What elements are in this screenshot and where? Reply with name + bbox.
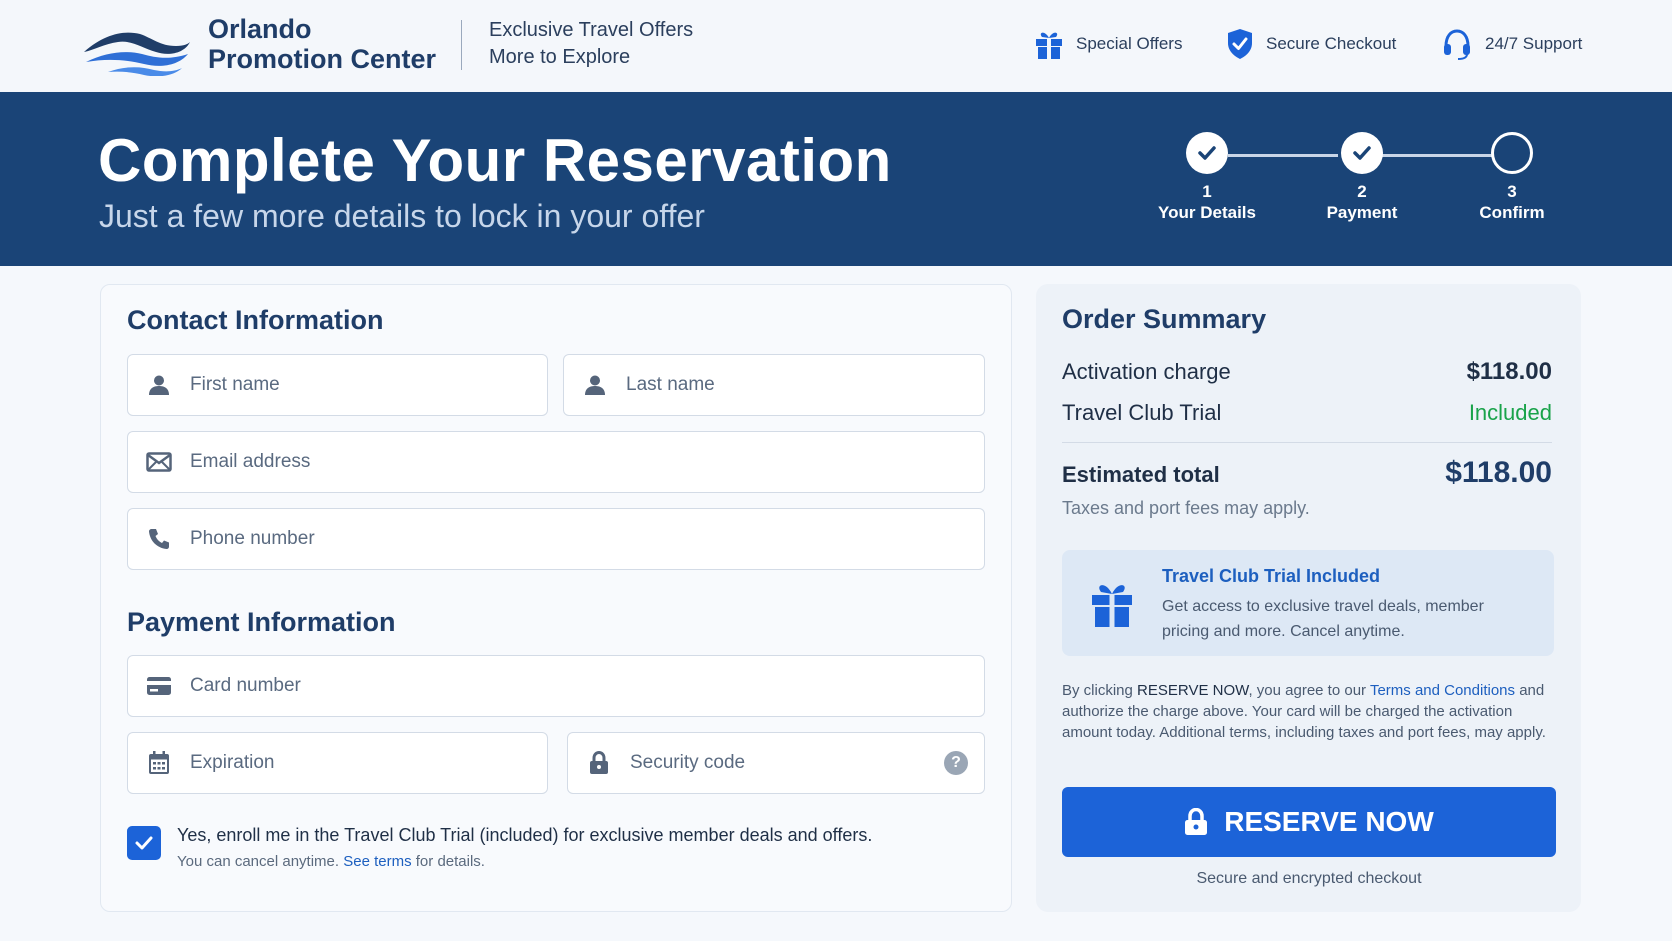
card-number-field[interactable] — [127, 655, 985, 717]
consent-sub-prefix: You can cancel anytime. — [177, 853, 340, 870]
travel-club-checkbox[interactable] — [127, 826, 161, 860]
page-subtitle: Just a few more details to lock in your … — [99, 198, 705, 234]
phone-field[interactable] — [127, 508, 985, 570]
security-code-field[interactable]: ? — [567, 732, 985, 794]
gift-icon — [1092, 585, 1132, 627]
card-number-input[interactable] — [190, 656, 984, 716]
expiration-input[interactable] — [190, 733, 547, 793]
last-name-input[interactable] — [626, 355, 984, 415]
security-code-input[interactable] — [630, 733, 944, 793]
phone-input[interactable] — [190, 509, 984, 569]
legal-disclaimer: By clicking RESERVE NOW, you agree to ou… — [1062, 680, 1554, 743]
reserve-now-button[interactable]: RESERVE NOW — [1062, 787, 1556, 857]
expiration-field[interactable] — [127, 732, 548, 794]
tax-note: Taxes and port fees may apply. — [1062, 498, 1310, 518]
legal-button-reference: RESERVE NOW — [1137, 682, 1249, 699]
estimated-total-row: Estimated total $118.00 — [1062, 456, 1552, 490]
nav-label: Secure Checkout — [1266, 34, 1397, 53]
summary-divider — [1062, 442, 1552, 443]
credit-card-icon — [128, 676, 190, 696]
consent-sub-suffix: for details. — [415, 853, 485, 870]
person-icon — [564, 374, 626, 396]
travel-club-trial-row: Travel Club Trial Included — [1062, 400, 1552, 426]
brand-divider — [461, 20, 462, 70]
travel-club-consent-text: Yes, enroll me in the Travel Club Trial … — [177, 825, 873, 845]
nav-label: Special Offers — [1076, 34, 1183, 53]
step-label: Payment — [1326, 203, 1398, 222]
tagline: Exclusive Travel Offers More to Explore — [489, 17, 693, 71]
lock-icon — [1185, 808, 1208, 835]
brand-name-line1: Orlando — [208, 14, 312, 44]
check-icon — [1198, 146, 1216, 160]
nav-support[interactable]: 24/7 Support — [1441, 28, 1582, 60]
email-field[interactable] — [127, 431, 985, 493]
step-label: Your Details — [1158, 203, 1256, 222]
step-complete-circle — [1341, 132, 1383, 174]
activation-charge-row: Activation charge $118.00 — [1062, 358, 1552, 386]
calendar-icon — [128, 751, 190, 775]
page-title: Complete Your Reservation — [98, 127, 892, 194]
order-summary-panel: Order Summary Activation charge $118.00 … — [1036, 284, 1581, 912]
brand-name-line2: Promotion Center — [208, 44, 437, 74]
top-header: Orlando Promotion Center Exclusive Trave… — [0, 0, 1672, 92]
terms-and-conditions-link[interactable]: Terms and Conditions — [1370, 682, 1515, 699]
tagline-line2: More to Explore — [489, 46, 631, 68]
brand-name[interactable]: Orlando Promotion Center — [208, 14, 436, 74]
step-number: 2 — [1357, 182, 1367, 201]
first-name-field[interactable] — [127, 354, 548, 416]
step-complete-circle — [1186, 132, 1228, 174]
last-name-field[interactable] — [563, 354, 985, 416]
help-icon[interactable]: ? — [944, 751, 968, 775]
step-your-details: 1 Your Details — [1147, 132, 1267, 224]
person-icon — [128, 374, 190, 396]
activation-charge-label: Activation charge — [1062, 359, 1231, 384]
step-number: 1 — [1202, 182, 1212, 201]
email-input[interactable] — [190, 432, 984, 492]
promo-description: Get access to exclusive travel deals, me… — [1162, 598, 1484, 640]
step-number: 3 — [1507, 182, 1517, 201]
nav-special-offers[interactable]: Special Offers — [1034, 28, 1182, 60]
travel-club-consent-subtext: You can cancel anytime. See terms for de… — [177, 853, 485, 870]
checkout-form-panel: Contact Information Payment Information — [100, 284, 1012, 912]
payment-section-title: Payment Information — [127, 607, 396, 637]
gift-icon — [1036, 32, 1062, 59]
reservation-banner: Complete Your Reservation Just a few mor… — [0, 92, 1672, 266]
legal-mid: , you agree to our — [1248, 682, 1367, 699]
travel-club-trial-label: Travel Club Trial — [1062, 400, 1222, 425]
check-icon — [135, 836, 153, 850]
step-pending-circle — [1491, 132, 1533, 174]
travel-club-trial-value: Included — [1468, 400, 1552, 425]
reserve-now-label: RESERVE NOW — [1224, 806, 1434, 837]
check-icon — [1353, 146, 1371, 160]
phone-icon — [128, 528, 190, 550]
promo-title: Travel Club Trial Included — [1162, 566, 1381, 586]
contact-section-title: Contact Information — [127, 305, 384, 335]
envelope-icon — [128, 452, 190, 472]
activation-charge-value: $118.00 — [1466, 358, 1552, 385]
estimated-total-label: Estimated total — [1062, 462, 1220, 487]
secure-checkout-note: Secure and encrypted checkout — [1196, 870, 1422, 887]
first-name-input[interactable] — [190, 355, 547, 415]
order-summary-title: Order Summary — [1062, 304, 1267, 334]
estimated-total-value: $118.00 — [1445, 456, 1552, 489]
step-confirm: 3 Confirm — [1452, 132, 1572, 224]
tagline-line1: Exclusive Travel Offers — [489, 19, 694, 41]
lock-icon — [568, 751, 630, 775]
headset-icon — [1444, 29, 1470, 60]
legal-prefix: By clicking — [1062, 682, 1133, 699]
nav-secure-checkout[interactable]: Secure Checkout — [1226, 28, 1396, 60]
see-terms-link[interactable]: See terms — [343, 853, 411, 870]
nav-label: 24/7 Support — [1485, 34, 1583, 53]
brand-logo-waves-icon[interactable] — [80, 20, 192, 76]
travel-club-promo-box: Travel Club Trial Included Get access to… — [1062, 550, 1554, 656]
step-label: Confirm — [1479, 203, 1545, 222]
step-payment: 2 Payment — [1302, 132, 1422, 224]
shield-check-icon — [1228, 29, 1252, 59]
